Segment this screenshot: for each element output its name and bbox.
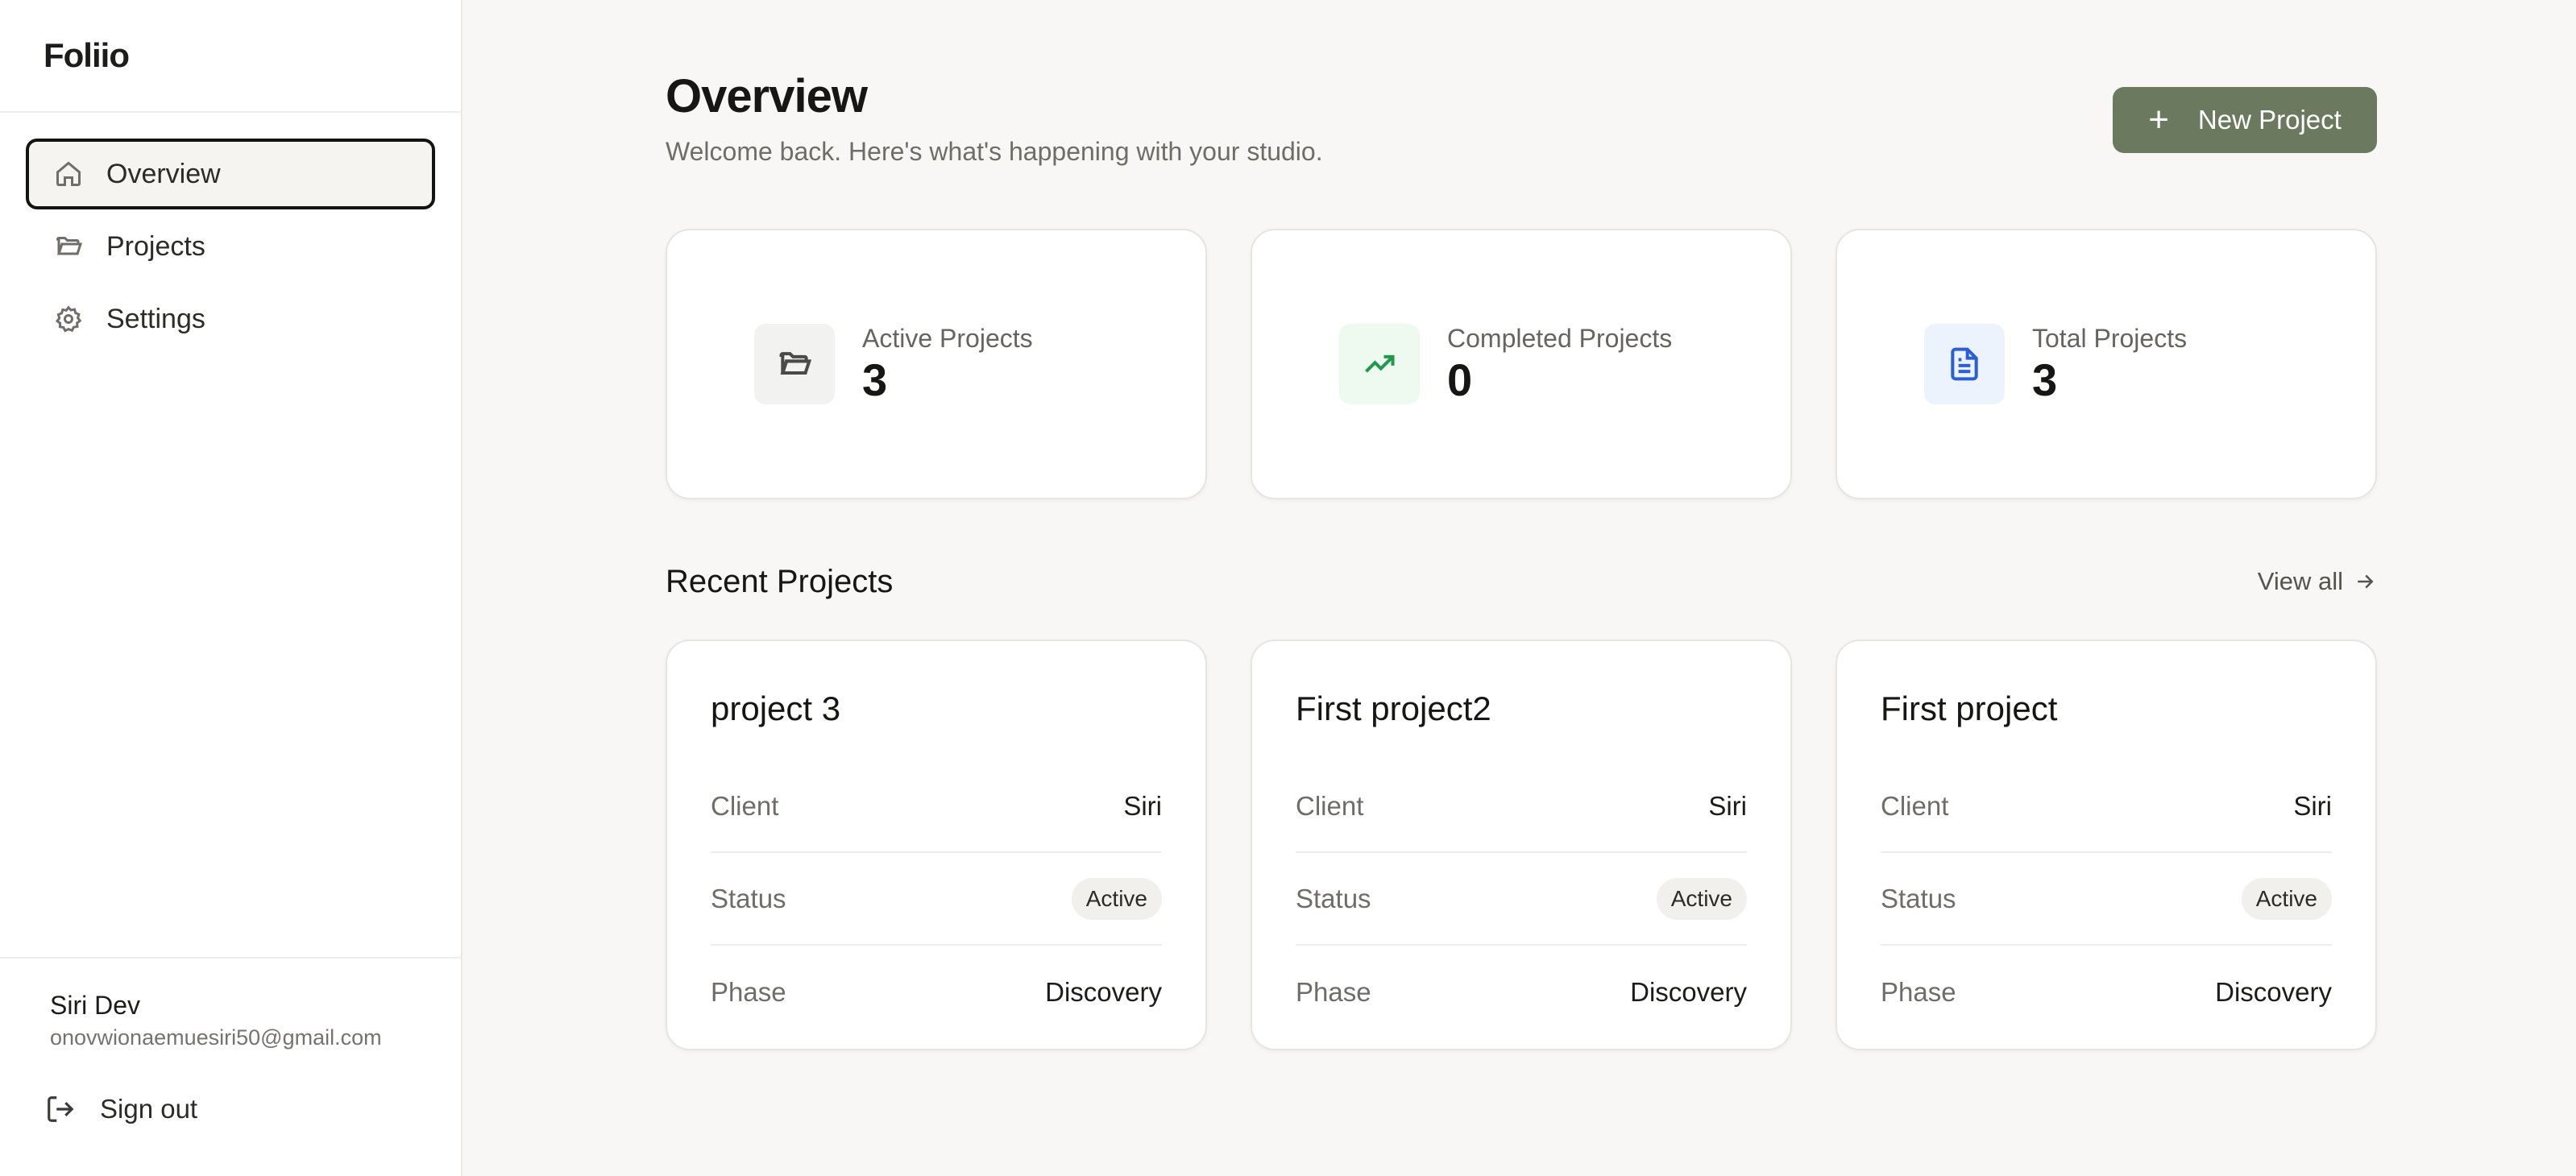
document-icon (1924, 324, 2005, 404)
project-row-phase: Phase Discovery (1881, 946, 2332, 1038)
stat-card-completed: Completed Projects 0 (1251, 229, 1792, 499)
user-email: onovwionaemuesiri50@gmail.com (50, 1025, 382, 1050)
folder-icon (53, 231, 84, 262)
brand-logo[interactable]: Foliio (0, 0, 461, 113)
client-value: Siri (1708, 790, 1747, 821)
stat-label: Completed Projects (1447, 324, 1673, 354)
sidebar-item-overview[interactable]: Overview (26, 139, 435, 209)
client-value: Siri (2293, 790, 2332, 821)
home-icon (53, 159, 84, 189)
client-value: Siri (1123, 790, 1162, 821)
stat-card-total: Total Projects 3 (1836, 229, 2377, 499)
sidebar-item-label: Settings (106, 303, 205, 334)
sign-out-label: Sign out (100, 1094, 198, 1124)
new-project-label: New Project (2197, 105, 2342, 135)
field-label: Status (1296, 883, 1371, 913)
page-subtitle: Welcome back. Here's what's happening wi… (666, 137, 1323, 166)
status-badge: Active (1656, 877, 1747, 920)
gear-icon (53, 304, 84, 334)
project-row-client: Client Siri (1881, 760, 2332, 853)
user-name: Siri Dev (50, 991, 141, 1020)
sidebar-item-projects[interactable]: Projects (26, 211, 435, 282)
arrow-right-icon (2358, 574, 2374, 589)
project-row-phase: Phase Discovery (711, 946, 1162, 1038)
field-label: Status (1881, 883, 1956, 913)
stats-row: Active Projects 3 Completed Projects 0 T… (666, 229, 2377, 499)
main-content: Overview Welcome back. Here's what's hap… (666, 0, 2377, 1176)
section-title-recent: Recent Projects (666, 564, 894, 599)
project-card[interactable]: First project Client Siri Status Active … (1836, 640, 2377, 1050)
sidebar-item-label: Projects (106, 230, 205, 262)
page-title: Overview (666, 70, 868, 122)
stat-value: 0 (1447, 354, 1473, 406)
project-card[interactable]: project 3 Client Siri Status Active Phas… (666, 640, 1207, 1050)
field-label: Client (1296, 790, 1364, 821)
view-all-link[interactable]: View all (2258, 567, 2377, 596)
field-label: Client (1881, 790, 1949, 821)
project-row-status: Status Active (711, 853, 1162, 946)
recent-projects-grid: project 3 Client Siri Status Active Phas… (666, 640, 2377, 1050)
new-project-button[interactable]: + New Project (2113, 87, 2377, 153)
phase-value: Discovery (1630, 976, 1747, 1007)
sidebar-item-label: Overview (106, 158, 221, 189)
trending-up-icon (1339, 324, 1420, 404)
project-row-client: Client Siri (711, 760, 1162, 853)
project-name: project 3 (711, 689, 841, 727)
sidebar-item-settings[interactable]: Settings (26, 284, 435, 354)
sidebar: Foliio Overview Projects Settings Siri D… (0, 0, 463, 1176)
stat-value: 3 (862, 354, 888, 406)
folder-open-icon (754, 324, 835, 404)
project-card[interactable]: First project2 Client Siri Status Active… (1251, 640, 1792, 1050)
project-name: First project2 (1296, 689, 1491, 727)
project-row-status: Status Active (1296, 853, 1747, 946)
project-row-phase: Phase Discovery (1296, 946, 1747, 1038)
view-all-label: View all (2257, 567, 2343, 595)
phase-value: Discovery (2215, 976, 2332, 1007)
status-badge: Active (2241, 877, 2332, 920)
user-panel: Siri Dev onovwionaemuesiri50@gmail.com S… (0, 957, 461, 1176)
phase-value: Discovery (1045, 976, 1162, 1007)
project-name: First project (1881, 689, 2058, 727)
project-row-status: Status Active (1881, 853, 2332, 946)
field-label: Phase (711, 976, 786, 1007)
stat-value: 3 (2032, 354, 2058, 406)
status-badge: Active (1071, 877, 1162, 920)
sidebar-nav: Overview Projects Settings (0, 113, 461, 356)
field-label: Status (711, 883, 786, 913)
sign-out-icon (48, 1096, 74, 1122)
sign-out-button[interactable]: Sign out (45, 1094, 461, 1124)
project-row-client: Client Siri (1296, 760, 1747, 853)
plus-icon: + (2148, 100, 2169, 139)
stat-label: Active Projects (862, 324, 1033, 354)
field-label: Phase (1296, 976, 1371, 1007)
stat-label: Total Projects (2032, 324, 2188, 354)
field-label: Phase (1881, 976, 1956, 1007)
stat-card-active: Active Projects 3 (666, 229, 1207, 499)
field-label: Client (711, 790, 779, 821)
